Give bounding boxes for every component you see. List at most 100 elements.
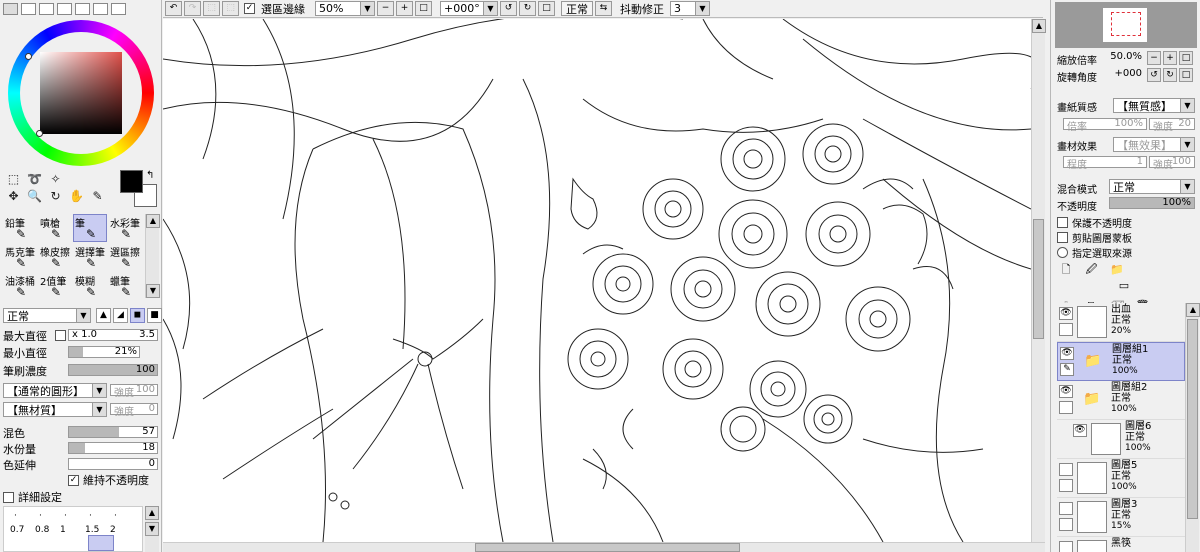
- horizontal-scroll-thumb[interactable]: [475, 543, 740, 552]
- brush-tool-5[interactable]: 橡皮擦 ✎: [38, 243, 72, 271]
- layer-list-scrollbar[interactable]: ▲: [1185, 303, 1200, 552]
- density-slider[interactable]: 100: [68, 364, 158, 376]
- water-slider[interactable]: 18: [68, 442, 158, 454]
- selection-source-row[interactable]: 指定選取來源: [1057, 245, 1132, 260]
- edit-brush-icon[interactable]: ✎: [1060, 363, 1074, 376]
- size-preset[interactable]: 1.5: [85, 525, 99, 535]
- eye-icon[interactable]: [1059, 541, 1073, 552]
- tip-medium-icon[interactable]: ◢: [113, 308, 128, 323]
- rotate-left-icon[interactable]: ↺: [500, 1, 517, 16]
- canvas-horizontal-scrollbar[interactable]: [163, 542, 1045, 552]
- keep-opacity-row[interactable]: ✓ 維持不透明度: [68, 472, 149, 488]
- brush-tool-7[interactable]: 選區擦 ✎: [108, 243, 142, 271]
- eye-icon[interactable]: [1059, 502, 1073, 515]
- tip-flat-icon[interactable]: ■: [147, 308, 162, 323]
- paper-texture-select[interactable]: 【無質感】 ▼: [1113, 98, 1195, 113]
- rotation-select[interactable]: +000° ▼: [440, 1, 498, 16]
- layer-item[interactable]: 黑筷: [1057, 537, 1185, 552]
- protect-opacity-checkbox[interactable]: [1057, 217, 1068, 228]
- undo-icon[interactable]: ↶: [165, 1, 182, 16]
- selection-source-radio[interactable]: [1057, 247, 1068, 258]
- swap-colors-icon[interactable]: ↰: [146, 170, 154, 181]
- scroll-down-icon[interactable]: ▼: [145, 522, 159, 536]
- brush-tool-3[interactable]: 水彩筆 ✎: [108, 214, 142, 242]
- min-size-slider[interactable]: 21%: [68, 346, 140, 358]
- keep-opacity-checkbox[interactable]: ✓: [68, 474, 79, 486]
- lock-icon[interactable]: [1059, 518, 1073, 531]
- effect-select[interactable]: 【無效果】 ▼: [1113, 137, 1195, 152]
- navigator-preview[interactable]: [1055, 2, 1197, 48]
- rotate-reset-icon[interactable]: □: [538, 1, 555, 16]
- tip-soft-icon[interactable]: ◼: [130, 308, 145, 323]
- eye-icon[interactable]: 👁: [1059, 307, 1073, 320]
- brush-mode-select[interactable]: 正常 ▼: [3, 308, 91, 323]
- lock-icon[interactable]: [1059, 323, 1073, 336]
- zoom-in-icon[interactable]: +: [1163, 51, 1177, 65]
- flip-horizontal-icon[interactable]: ⇆: [595, 1, 612, 16]
- max-size-lock-checkbox[interactable]: [55, 330, 66, 341]
- layer-scroll-thumb[interactable]: [1187, 319, 1198, 519]
- color-stretch-slider[interactable]: 0: [68, 458, 158, 470]
- selection-edge-checkbox[interactable]: ✓: [244, 3, 255, 14]
- deselect-icon[interactable]: ⬚: [203, 1, 220, 16]
- rotate-right-icon[interactable]: ↻: [519, 1, 536, 16]
- scroll-down-icon[interactable]: ▼: [146, 284, 160, 298]
- foreground-color-swatch[interactable]: [120, 170, 143, 193]
- navigator-view-rect[interactable]: [1111, 12, 1141, 36]
- layer-panel-toggle-icon[interactable]: ▭: [1115, 278, 1133, 294]
- effect-degree-slider[interactable]: 程度 1: [1063, 156, 1147, 171]
- eye-icon[interactable]: 👁: [1060, 347, 1074, 360]
- eyedropper-icon[interactable]: ✎: [88, 189, 107, 204]
- tip-sharp-icon[interactable]: ▲: [96, 308, 111, 323]
- layer-item[interactable]: 👁 ✎ 📁 圖層組1 正常 100%: [1057, 342, 1185, 381]
- brush-tool-0[interactable]: 鉛筆 ✎: [3, 214, 37, 242]
- rotate-reset-icon[interactable]: □: [1179, 68, 1193, 82]
- layer-item[interactable]: 圖層5 正常 100%: [1057, 459, 1185, 498]
- eye-icon[interactable]: 👁: [1059, 385, 1073, 398]
- blend-mode-button[interactable]: 正常: [561, 1, 593, 16]
- brush-texture-select[interactable]: 【無材質】 ▼: [3, 402, 107, 417]
- brush-tool-9[interactable]: 2值筆 ✎: [38, 272, 72, 300]
- scroll-up-icon[interactable]: ▲: [1186, 303, 1200, 317]
- max-size-slider[interactable]: x 1.0 3.5: [68, 329, 158, 341]
- brush-tool-8[interactable]: 油漆桶 ✎: [3, 272, 37, 300]
- new-folder-icon[interactable]: 📁: [1108, 262, 1126, 278]
- lasso-icon[interactable]: ➰: [25, 172, 44, 187]
- layer-item[interactable]: 👁 📁 圖層組2 正常 100%: [1057, 381, 1185, 420]
- size-preset[interactable]: 0.8: [35, 525, 49, 535]
- scroll-up-icon[interactable]: ▲: [145, 506, 159, 520]
- zoom-out-icon[interactable]: −: [1147, 51, 1161, 65]
- sv-marker[interactable]: [36, 130, 43, 137]
- rotate-icon[interactable]: ↻: [46, 189, 65, 204]
- layer-blend-select[interactable]: 正常 ▼: [1109, 179, 1195, 194]
- hsv-slider-tab-icon[interactable]: [39, 3, 54, 15]
- new-layer-icon[interactable]: 🗋: [1057, 262, 1075, 278]
- shake-correction-select[interactable]: 3 ▼: [670, 1, 710, 16]
- clip-mask-row[interactable]: 剪貼圖層蒙板: [1057, 230, 1132, 245]
- size-preset-selected[interactable]: [88, 535, 114, 551]
- zoom-reset-icon[interactable]: □: [415, 1, 432, 16]
- clip-mask-checkbox[interactable]: [1057, 232, 1068, 243]
- rgb-slider-tab-icon[interactable]: [21, 3, 36, 15]
- swatches-tab-icon[interactable]: [75, 3, 90, 15]
- zoom-icon[interactable]: 🔍: [25, 189, 44, 204]
- redo-icon[interactable]: ↷: [184, 1, 201, 16]
- scroll-up-icon[interactable]: ▲: [146, 214, 160, 228]
- zoom-select[interactable]: 50% ▼: [315, 1, 375, 16]
- eye-icon[interactable]: [1059, 463, 1073, 476]
- color-mixer-tab-icon[interactable]: [111, 3, 126, 15]
- scratchpad-tab-icon[interactable]: [93, 3, 108, 15]
- hue-marker[interactable]: [25, 53, 32, 60]
- size-preset[interactable]: 2: [110, 525, 116, 535]
- scroll-up-icon[interactable]: ▲: [1032, 19, 1046, 33]
- protect-opacity-row[interactable]: 保護不透明度: [1057, 215, 1132, 230]
- vertical-scroll-thumb[interactable]: [1033, 219, 1044, 339]
- hue-wheel[interactable]: [8, 20, 154, 166]
- eye-icon[interactable]: 👁: [1073, 424, 1087, 437]
- detail-settings-row[interactable]: 詳細設定: [3, 489, 62, 505]
- lock-icon[interactable]: [1059, 479, 1073, 492]
- paper-rate-slider[interactable]: 倍率 100%: [1063, 118, 1147, 133]
- shape-strength-slider[interactable]: 強度 100: [110, 384, 158, 399]
- layer-opacity-slider[interactable]: 100%: [1109, 197, 1195, 209]
- brush-tool-6[interactable]: 選擇筆 ✎: [73, 243, 107, 271]
